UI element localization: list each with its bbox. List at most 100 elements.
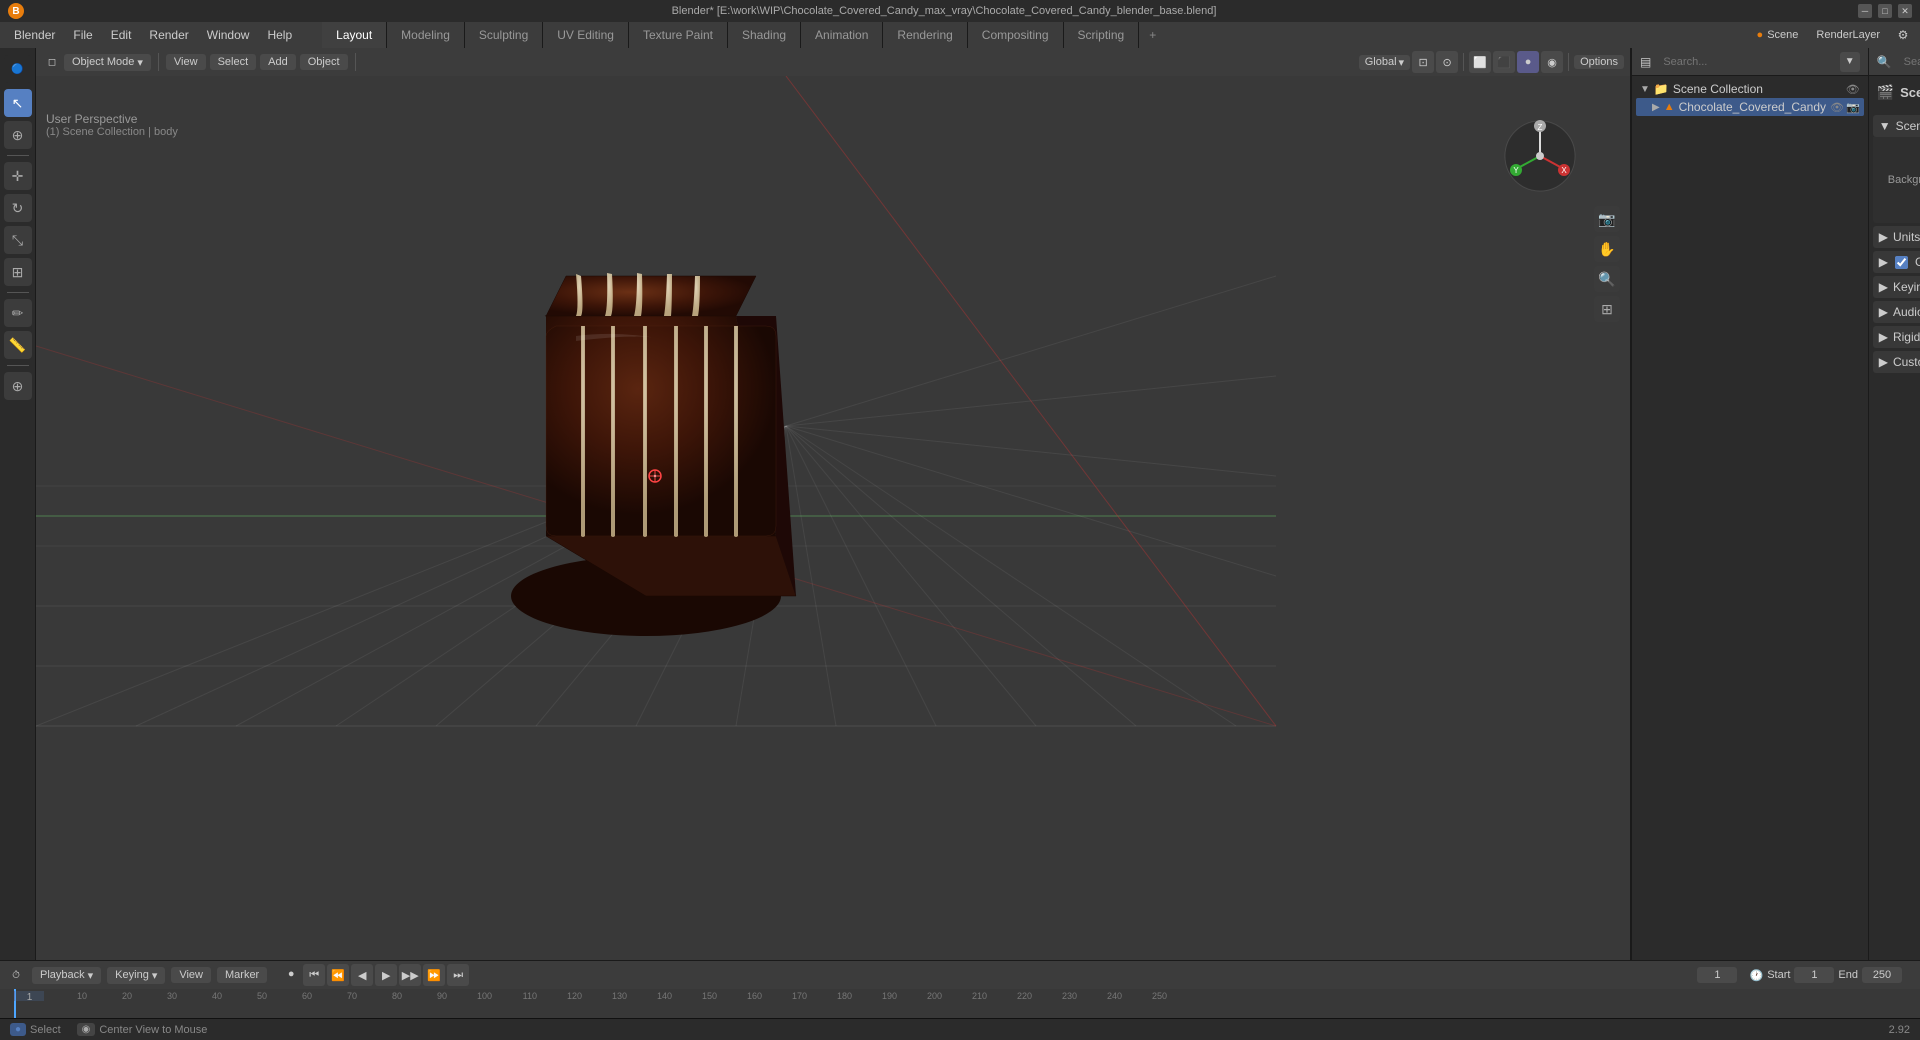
options-button[interactable]: ⚙	[1892, 24, 1914, 46]
snap-icon[interactable]: ⊡	[1412, 51, 1434, 73]
scene-collection-item[interactable]: ▼ 📁 Scene Collection 👁	[1636, 80, 1864, 98]
keying-sets-header[interactable]: ▶ Keying Sets	[1873, 276, 1920, 298]
rigid-body-collapse-icon: ▶	[1879, 330, 1888, 344]
tab-uv-editing[interactable]: UV Editing	[543, 22, 629, 48]
tab-animation[interactable]: Animation	[801, 22, 883, 48]
custom-props-label: Custom Properties	[1893, 355, 1920, 369]
tab-modeling[interactable]: Modeling	[387, 22, 465, 48]
rotate-tool[interactable]: ↻	[4, 194, 32, 222]
jump-back-btn[interactable]: ⏪	[327, 964, 349, 986]
add-tool[interactable]: ⊕	[4, 372, 32, 400]
keying-menu[interactable]: Keying ▾	[107, 967, 165, 984]
minimize-button[interactable]: ─	[1858, 4, 1872, 18]
tab-texture-paint[interactable]: Texture Paint	[629, 22, 728, 48]
move-view-icon[interactable]: ✋	[1594, 236, 1620, 262]
jump-to-start-btn[interactable]: ⏮	[303, 964, 325, 986]
mode-dropdown[interactable]: Object Mode ▾	[64, 54, 151, 71]
navigation-gizmo[interactable]: Z X Y	[1500, 116, 1580, 196]
units-section-header[interactable]: ▶ Units	[1873, 226, 1920, 248]
step-forward-btn[interactable]: ▶▶	[399, 964, 421, 986]
start-frame-input[interactable]	[1794, 967, 1834, 983]
play-btn[interactable]: ▶	[375, 964, 397, 986]
measure-tool[interactable]: 📏	[4, 331, 32, 359]
perspective-icon[interactable]: ⊞	[1594, 296, 1620, 322]
tab-add[interactable]: +	[1139, 22, 1166, 48]
select-menu[interactable]: Select	[210, 54, 257, 70]
global-dropdown-icon: ▾	[1399, 56, 1405, 69]
transform-tool[interactable]: ⊞	[4, 258, 32, 286]
candy-object-item[interactable]: ▶ ▲ Chocolate_Covered_Candy 👁 📷	[1636, 98, 1864, 116]
gravity-section-header[interactable]: ▶ Gravity	[1873, 251, 1920, 273]
custom-properties-header[interactable]: ▶ Custom Properties	[1873, 351, 1920, 373]
gravity-checkbox[interactable]	[1895, 256, 1908, 269]
rigid-body-section-header[interactable]: ▶ Rigid Body World	[1873, 326, 1920, 348]
global-transform-dropdown[interactable]: Global ▾	[1359, 55, 1410, 70]
render-layer-selector[interactable]: RenderLayer	[1810, 28, 1886, 42]
blender-icon: B	[8, 3, 24, 19]
scene-section-header[interactable]: ▼ Scene	[1873, 115, 1920, 137]
add-menu[interactable]: Add	[260, 54, 296, 70]
zoom-icon[interactable]: 🔍	[1594, 266, 1620, 292]
viewport[interactable]: ◻ Object Mode ▾ View Select Add Object G…	[36, 48, 1630, 960]
menu-file[interactable]: File	[65, 26, 100, 44]
outliner-filter-icon[interactable]: ▼	[1840, 52, 1860, 72]
object-menu[interactable]: Object	[300, 54, 348, 70]
material-preview-icon[interactable]: ●	[1517, 51, 1539, 73]
maximize-button[interactable]: □	[1878, 4, 1892, 18]
render-engine-selector[interactable]: ● Scene	[1751, 28, 1805, 42]
scale-tool[interactable]: ⤡	[4, 226, 32, 254]
annotate-tool[interactable]: ✏	[4, 299, 32, 327]
scene-section-content: Camera 📷 Background Scene 🎬 Active Clip	[1873, 137, 1920, 223]
jump-forward-btn[interactable]: ⏩	[423, 964, 445, 986]
timeline-type-icon[interactable]: ⏱	[6, 965, 26, 985]
step-back-btn[interactable]: ◀	[351, 964, 373, 986]
select-tool[interactable]: ↖	[4, 89, 32, 117]
audio-section-header[interactable]: ▶ Audio	[1873, 301, 1920, 323]
end-frame-input[interactable]	[1862, 967, 1902, 983]
object-render-icon[interactable]: 📷	[1846, 101, 1860, 114]
wireframe-icon[interactable]: ⬜	[1469, 51, 1491, 73]
rendered-icon[interactable]: ◉	[1541, 51, 1563, 73]
tab-compositing[interactable]: Compositing	[968, 22, 1064, 48]
outliner-search[interactable]	[1657, 54, 1817, 70]
title-bar-title: Blender* [E:\work\WIP\Chocolate_Covered_…	[30, 5, 1858, 17]
tab-rendering[interactable]: Rendering	[883, 22, 967, 48]
jump-to-end-btn[interactable]: ⏭	[447, 964, 469, 986]
frame-10: 10	[44, 991, 89, 1001]
playback-menu[interactable]: Playback ▾	[32, 967, 101, 984]
marker-menu[interactable]: Marker	[217, 967, 267, 983]
outliner-visibility-icon[interactable]: 👁	[1846, 83, 1860, 96]
cursor-tool[interactable]: ⊕	[4, 121, 32, 149]
frame-180: 180	[809, 991, 854, 1001]
menu-window[interactable]: Window	[199, 26, 258, 44]
view-menu-timeline[interactable]: View	[171, 967, 211, 983]
tab-shading[interactable]: Shading	[728, 22, 801, 48]
object-visibility-icon[interactable]: 👁	[1830, 101, 1844, 114]
viewport-content[interactable]: User Perspective (1) Scene Collection | …	[36, 76, 1630, 960]
scene-prop-icon: 🎬	[1877, 84, 1894, 101]
tab-scripting[interactable]: Scripting	[1064, 22, 1140, 48]
menu-blender[interactable]: Blender	[6, 26, 63, 44]
camera-view-icon[interactable]: 📷	[1594, 206, 1620, 232]
frame-130: 130	[584, 991, 629, 1001]
view-menu[interactable]: View	[166, 54, 206, 70]
gravity-section: ▶ Gravity	[1873, 251, 1920, 273]
frame-80: 80	[359, 991, 404, 1001]
cursor-coords: 2.92	[1889, 1024, 1910, 1036]
properties-search[interactable]	[1898, 54, 1920, 70]
menu-help[interactable]: Help	[259, 26, 300, 44]
viewport-mode-icon[interactable]: ◻	[42, 52, 62, 72]
outliner-icon: ▤	[1640, 55, 1651, 69]
solid-shading-icon[interactable]: ⬛	[1493, 51, 1515, 73]
menu-edit[interactable]: Edit	[103, 26, 140, 44]
move-tool[interactable]: ✛	[4, 162, 32, 190]
gravity-label: Gravity	[1915, 255, 1920, 269]
close-button[interactable]: ✕	[1898, 4, 1912, 18]
proportional-edit-icon[interactable]: ⊙	[1436, 51, 1458, 73]
tab-layout[interactable]: Layout	[322, 22, 387, 48]
menu-render[interactable]: Render	[141, 26, 196, 44]
current-frame-input[interactable]	[1697, 967, 1737, 983]
tab-sculpting[interactable]: Sculpting	[465, 22, 543, 48]
options-button[interactable]: Options	[1574, 55, 1624, 69]
frame-clock-group: 🕐 Start End	[1749, 967, 1902, 983]
